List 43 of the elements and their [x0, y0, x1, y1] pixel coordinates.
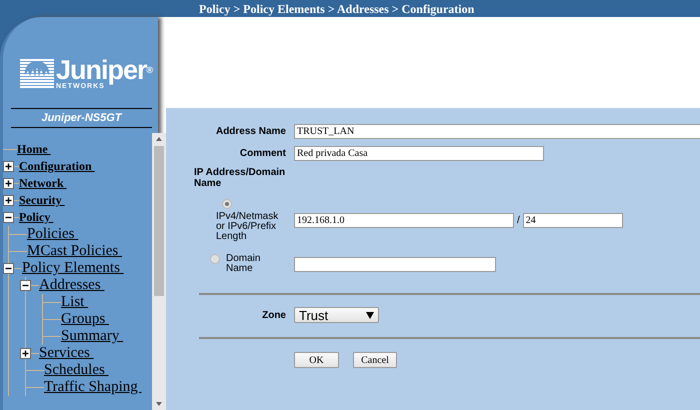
form-button[interactable]: Cancel: [353, 352, 397, 368]
expand-icon[interactable]: [20, 348, 31, 359]
nav-link[interactable]: Addresses: [39, 277, 104, 294]
nav-link[interactable]: Policy: [19, 210, 54, 225]
option-label: Domain Name: [226, 254, 262, 274]
scrollbar[interactable]: [152, 133, 166, 410]
address-name-field[interactable]: TRUST_LAN: [294, 124, 700, 139]
device-name: Juniper-NS5GT: [11, 108, 152, 128]
nav-link[interactable]: Traffic Shaping: [44, 379, 142, 396]
nav-link[interactable]: Configuration: [19, 159, 95, 174]
nav-link[interactable]: List: [61, 294, 88, 311]
breadcrumb: Policy > Policy Elements > Addresses > Configuration: [199, 2, 474, 14]
nav-link[interactable]: Services: [39, 345, 94, 362]
collapse-icon[interactable]: [3, 263, 14, 274]
field-label: Comment: [238, 148, 286, 159]
field-label: Address Name: [214, 126, 286, 137]
expand-icon[interactable]: [3, 161, 14, 172]
ip-address-field[interactable]: 192.168.1.0: [294, 213, 514, 228]
field-label: Zone: [261, 310, 286, 320]
option-label: IPv4/Netmask or IPv6/Prefix Length: [216, 212, 280, 242]
expand-icon[interactable]: [3, 178, 14, 189]
nav-link[interactable]: Home: [17, 142, 51, 157]
nav-link[interactable]: Policy Elements: [22, 260, 124, 277]
form-button[interactable]: OK: [294, 352, 339, 368]
nav-link[interactable]: Schedules: [44, 362, 109, 379]
nav-link[interactable]: MCast Policies: [27, 243, 122, 260]
nav-link[interactable]: Network: [19, 176, 67, 191]
nav-link[interactable]: Security: [19, 193, 65, 208]
prefix-field[interactable]: 24: [522, 213, 623, 228]
collapse-icon[interactable]: [20, 280, 31, 291]
nav-link[interactable]: Policies: [27, 226, 78, 243]
radio-button[interactable]: [210, 254, 220, 264]
expand-icon[interactable]: [3, 195, 14, 206]
section-label: IP Address/Domain Name: [194, 167, 286, 189]
comment-field[interactable]: Red privada Casa: [294, 146, 544, 161]
separator: /: [517, 215, 520, 226]
radio-button[interactable]: [222, 199, 232, 209]
domain-name-field[interactable]: [294, 256, 496, 272]
zone-dropdown[interactable]: Trust: [294, 307, 379, 323]
caret-icon: [366, 312, 374, 318]
collapse-icon[interactable]: [3, 212, 14, 223]
nav-link[interactable]: Groups: [61, 311, 109, 328]
nav-link[interactable]: Summary: [61, 328, 124, 345]
